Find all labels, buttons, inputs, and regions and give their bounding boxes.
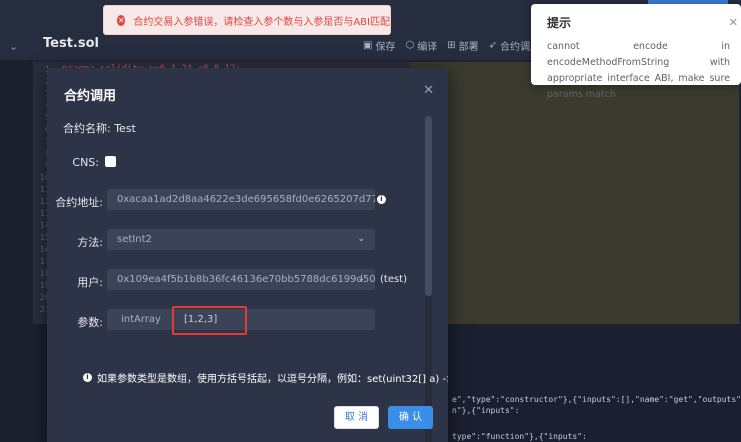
cns-checkbox[interactable] <box>105 156 116 167</box>
method-label: 方法: <box>77 236 103 249</box>
user-value: 0x109ea4f5b1b8b36fc46136e70bb5788dc6199d… <box>117 274 375 285</box>
error-message: 合约交易入参错误，请检查入参个数与入参是否与ABI匹配 <box>133 16 390 28</box>
cancel-button[interactable]: 取 消 <box>334 406 379 429</box>
file-title: Test.sol <box>43 36 99 51</box>
notification-title: 提示 <box>547 16 572 30</box>
dialog-title: 合约调用 <box>64 89 117 104</box>
method-value: setInt2 <box>117 234 152 245</box>
contract-address-field: 0xacaa1ad2d8aa4622e3de695658fd0e6265207d… <box>107 189 375 210</box>
hint-text: 如果参数类型是数组，使用方括号括起，以逗号分隔，例如：set(uint32[] … <box>97 374 448 385</box>
params-label: 参数: <box>77 316 103 329</box>
info-icon[interactable]: i <box>377 195 386 204</box>
chevron-down-icon: ⌄ <box>357 234 365 244</box>
contract-name: 合约名称: Test <box>63 122 136 135</box>
output-line: type":"function"},{"inputs": <box>452 432 587 441</box>
user-suffix: (test) <box>380 274 408 285</box>
scroll-thumb[interactable] <box>425 116 432 296</box>
cns-label: CNS: <box>72 156 99 169</box>
address-label: 合约地址: <box>55 196 103 209</box>
param-highlight-box <box>172 306 247 335</box>
user-select[interactable]: 0x109ea4f5b1b8b36fc46136e70bb5788dc6199d… <box>107 269 375 290</box>
close-icon[interactable]: ✕ <box>729 16 738 29</box>
send-icon: ➶ <box>488 40 497 51</box>
user-label: 用户: <box>77 276 103 289</box>
close-icon[interactable]: ✕ <box>423 83 434 98</box>
error-icon: ✕ <box>117 14 126 26</box>
method-select[interactable]: setInt2 ⌄ <box>107 229 375 250</box>
error-toast: ✕ 合约交易入参错误，请检查入参个数与入参是否与ABI匹配 <box>103 5 391 35</box>
confirm-button[interactable]: 确 认 <box>388 406 433 429</box>
deploy-button[interactable]: ⊞ 部署 <box>447 38 478 53</box>
notification: 提示 ✕ cannot encode in encodeMethodFromSt… <box>531 4 741 100</box>
compile-button[interactable]: ⬡ 编译 <box>405 38 437 53</box>
contract-call-dialog: 合约调用 ✕ 合约名称: Test CNS: 合约地址: 0xacaa1ad2d… <box>47 68 448 442</box>
info-icon: i <box>83 373 92 382</box>
output-line: e","type":"constructor"},{"inputs":[],"n… <box>452 395 741 404</box>
save-button[interactable]: ▣ 保存 <box>363 38 395 53</box>
editor-toolbar: ▣ 保存 ⬡ 编译 ⊞ 部署 ➶ 合约调用 <box>363 38 540 53</box>
file-tree-panel <box>0 60 33 442</box>
output-line: n"},{"inputs": <box>452 406 520 415</box>
deploy-icon: ⊞ <box>447 40 456 51</box>
chevron-down-icon[interactable]: ⌄ <box>9 40 18 53</box>
save-icon: ▣ <box>363 40 373 51</box>
notification-body: cannot encode in encodeMethodFromString … <box>547 41 730 100</box>
chevron-down-icon: ⌄ <box>357 274 365 284</box>
contract-address-value: 0xacaa1ad2d8aa4622e3de695658fd0e6265207d… <box>117 194 375 205</box>
param-type: intArray <box>121 314 161 325</box>
dialog-scrollbar[interactable] <box>425 116 432 442</box>
compile-icon: ⬡ <box>405 40 415 51</box>
param-hint: i 如果参数类型是数组，使用方括号括起，以逗号分隔，例如：set(uint32[… <box>83 370 448 385</box>
